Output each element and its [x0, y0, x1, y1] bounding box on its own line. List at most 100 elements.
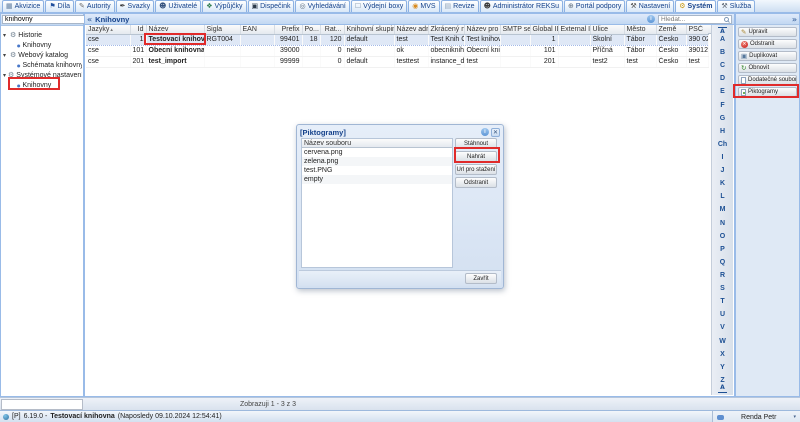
tree-item-knihovny-systemove[interactable]: ● Knihovny	[3, 80, 82, 90]
alphabet-letter[interactable]: B	[720, 49, 725, 56]
menu-tab[interactable]: ◉ MVS	[408, 0, 439, 12]
menu-tab[interactable]: ☐ Výdejní boxy	[351, 0, 407, 12]
alphabet-letter[interactable]: P	[720, 246, 725, 253]
dialog-close-icon[interactable]: ✕	[491, 128, 500, 137]
menu-tab[interactable]: ☻ Uživatelé	[155, 0, 201, 12]
column-header[interactable]: External ID	[558, 25, 590, 34]
alphabet-letter[interactable]: O	[720, 233, 725, 240]
collapse-left-icon[interactable]: «	[87, 15, 92, 24]
alphabet-letter[interactable]: U	[720, 311, 725, 318]
alphabet-letter[interactable]: T	[720, 298, 724, 305]
alphabet-letter[interactable]: W	[719, 338, 726, 345]
alphabet-letter[interactable]: L	[720, 193, 724, 200]
column-header[interactable]: Knihovní skupina	[344, 25, 394, 34]
column-header[interactable]: Ulice	[590, 25, 624, 34]
tree-item-schemata-knihovny[interactable]: ● Schémata knihovny	[3, 60, 82, 70]
duplicate-button[interactable]: ▣ Duplikovat	[738, 51, 797, 61]
user-menu[interactable]: Renda Petr ▾	[712, 411, 800, 422]
alphabet-letter[interactable]: C	[720, 62, 725, 69]
column-header[interactable]: Jazyky	[86, 25, 130, 34]
alphabet-letter[interactable]: Z	[720, 377, 724, 384]
menu-tab[interactable]: ⚑ Díla	[45, 0, 74, 12]
column-header[interactable]: Sigla	[204, 25, 240, 34]
collapse-right-icon[interactable]: »	[792, 15, 797, 24]
dialog-info-icon[interactable]: i	[481, 128, 489, 136]
column-header[interactable]: Zkrácený n...	[428, 25, 464, 34]
scroll-to-top-icon[interactable]: A	[718, 27, 727, 36]
pictogram-icon	[741, 89, 746, 96]
tree-group-webovy-katalog[interactable]: ▾ ⚙ Webový katalog	[3, 50, 82, 60]
search-input[interactable]	[661, 16, 722, 23]
pictograms-button[interactable]: Piktogramy	[738, 87, 797, 97]
alphabet-letter[interactable]: K	[720, 180, 725, 187]
file-list-item[interactable]: zelena.png	[302, 157, 452, 166]
file-list-item[interactable]: cervena.png	[302, 148, 452, 157]
column-header[interactable]: Název adresáře	[394, 25, 428, 34]
menu-tab[interactable]: ☻ Administrátor REKSu	[480, 0, 563, 12]
table-row[interactable]: cse 1 Testovací knihovna RGT004 99401 18…	[86, 34, 708, 45]
menu-tab[interactable]: ⚙ Systém	[675, 0, 716, 12]
alphabet-letter[interactable]: X	[720, 351, 725, 358]
menu-tab[interactable]: ▤ Revize	[441, 0, 479, 12]
column-header[interactable]: Po...	[302, 25, 320, 34]
alphabet-letter[interactable]: R	[720, 272, 725, 279]
alphabet-letter[interactable]: H	[720, 128, 725, 135]
scroll-to-bottom-icon[interactable]: A	[718, 384, 727, 393]
tree-item-knihovny-historie[interactable]: ● Knihovny	[3, 40, 82, 50]
menu-tab[interactable]: ▣ Dispečink	[248, 0, 295, 12]
column-header[interactable]: SMTP server	[500, 25, 530, 34]
menu-tab[interactable]: ⚒ Služba	[717, 0, 755, 12]
alphabet-letter[interactable]: M	[720, 206, 726, 213]
expand-icon[interactable]: ▾	[3, 52, 8, 59]
menu-tab[interactable]: ◎ Vyhledávání	[295, 0, 349, 12]
table-row[interactable]: cse 201 test_import 99999 0 default test…	[86, 56, 708, 67]
column-header[interactable]: Rat...	[320, 25, 344, 34]
column-header[interactable]: Název pro čte...	[464, 25, 500, 34]
remove-file-button[interactable]: Odstranit	[455, 177, 497, 188]
expand-icon[interactable]: ▾	[3, 32, 8, 39]
alphabet-letter[interactable]: Ch	[718, 141, 727, 148]
file-list-item[interactable]: test.PNG	[302, 166, 452, 175]
alphabet-letter[interactable]: N	[720, 220, 725, 227]
alphabet-letter[interactable]: I	[722, 154, 724, 161]
column-header[interactable]: Global ID	[530, 25, 558, 34]
column-header[interactable]: Země	[656, 25, 686, 34]
download-button[interactable]: Stáhnout	[455, 138, 497, 149]
alphabet-letter[interactable]: G	[720, 115, 725, 122]
menu-tab[interactable]: ✎ Autority	[75, 0, 115, 12]
alphabet-letter[interactable]: J	[721, 167, 725, 174]
info-icon[interactable]: i	[647, 15, 655, 23]
menu-tab[interactable]: ⚒ Nastavení	[626, 0, 674, 12]
alphabet-letter[interactable]: F	[720, 102, 724, 109]
table-row[interactable]: cse 101 Obecní knihovna 39000 0 neko ok …	[86, 45, 708, 56]
column-header[interactable]: Prefix	[274, 25, 302, 34]
menu-tab[interactable]: ✒ Svazky	[116, 0, 154, 12]
menu-tab[interactable]: ▦ Akvizice	[2, 0, 44, 12]
menu-tab[interactable]: ⊕ Portál podpory	[564, 0, 625, 12]
url-download-button[interactable]: Url pro stažení	[455, 164, 497, 175]
alphabet-letter[interactable]: V	[720, 324, 725, 331]
alphabet-letter[interactable]: S	[720, 285, 725, 292]
column-header[interactable]: Město	[624, 25, 656, 34]
menu-tab[interactable]: ❖ Výpůjčky	[202, 0, 246, 12]
alphabet-letter[interactable]: E	[720, 88, 725, 95]
column-header[interactable]: EAN	[240, 25, 274, 34]
alphabet-letter[interactable]: Y	[720, 364, 725, 371]
close-button[interactable]: Zavřít	[465, 273, 497, 284]
expand-icon[interactable]: ▾	[3, 72, 6, 79]
alphabet-letter[interactable]: A	[720, 36, 725, 43]
edit-button[interactable]: ✎ Upravit	[738, 27, 797, 37]
extra-files-button[interactable]: Dodatečné soubory	[738, 75, 797, 85]
column-header[interactable]: Id	[130, 25, 146, 34]
alphabet-letter[interactable]: D	[720, 75, 725, 82]
tree-group-historie[interactable]: ▾ ⚙ Historie	[3, 30, 82, 40]
column-header[interactable]: PSČ	[686, 25, 708, 34]
upload-button[interactable]: Nahrát	[455, 151, 497, 162]
refresh-button[interactable]: ↻ Obnovit	[738, 63, 797, 73]
tree-group-systemove-nastaveni[interactable]: ▾ ⚙ Systémové nastavení	[3, 70, 82, 80]
alphabet-letter[interactable]: Q	[720, 259, 725, 266]
file-list-item[interactable]: empty	[302, 175, 452, 184]
column-header[interactable]: Název	[146, 25, 204, 34]
search-icon[interactable]	[724, 17, 729, 22]
delete-button[interactable]: × Odstranit	[738, 39, 797, 49]
